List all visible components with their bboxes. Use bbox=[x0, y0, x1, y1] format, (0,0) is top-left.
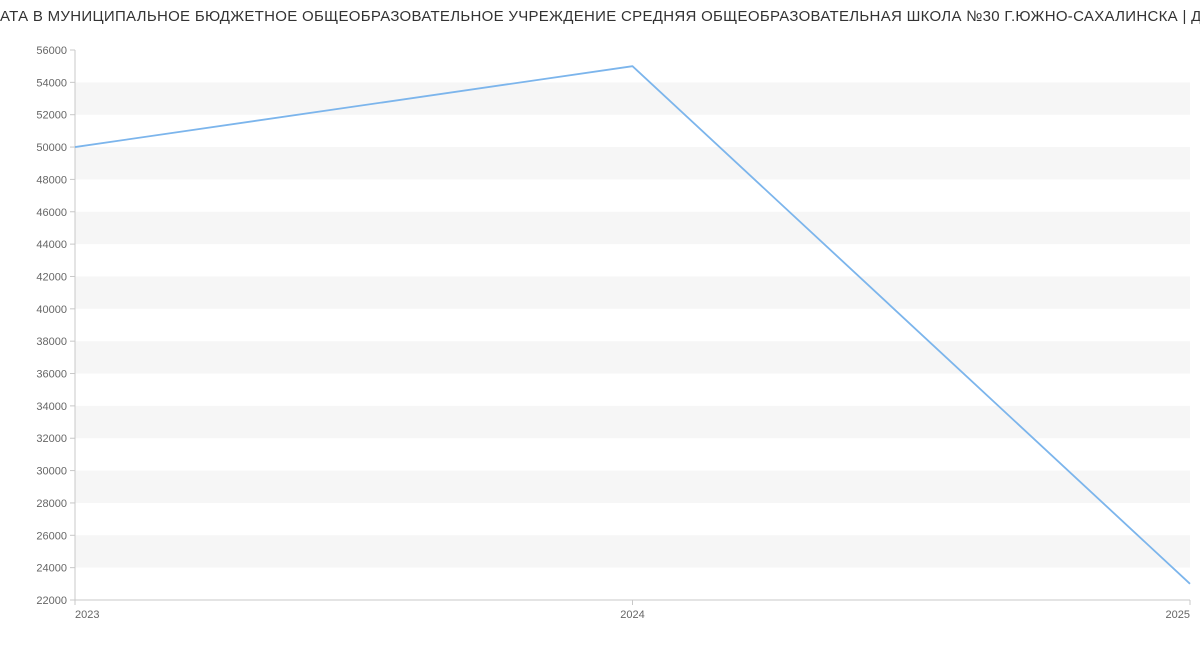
grid-band bbox=[75, 471, 1190, 503]
y-tick-label: 24000 bbox=[36, 563, 67, 575]
grid-band bbox=[75, 276, 1190, 308]
grid-band bbox=[75, 535, 1190, 567]
y-tick-label: 52000 bbox=[36, 110, 67, 122]
data-series-line bbox=[75, 66, 1190, 584]
grid-band bbox=[75, 406, 1190, 438]
y-tick-label: 46000 bbox=[36, 207, 67, 219]
x-tick-label: 2025 bbox=[1166, 609, 1190, 621]
grid-band bbox=[75, 341, 1190, 373]
line-chart: 22000 24000 26000 28000 30000 32000 34000 36000… bbox=[0, 0, 1200, 650]
x-tick-label: 2023 bbox=[75, 609, 99, 621]
grid-band bbox=[75, 212, 1190, 244]
y-tick-label: 42000 bbox=[36, 271, 67, 283]
y-tick-label: 36000 bbox=[36, 369, 67, 381]
y-tick-label: 38000 bbox=[36, 336, 67, 348]
y-tick-label: 26000 bbox=[36, 530, 67, 542]
x-tick-label: 2024 bbox=[620, 609, 644, 621]
grid-band bbox=[75, 147, 1190, 179]
y-tick-label: 22000 bbox=[36, 595, 67, 607]
y-tick-label: 34000 bbox=[36, 401, 67, 413]
y-tick-label: 56000 bbox=[36, 45, 67, 57]
y-tick-label: 40000 bbox=[36, 304, 67, 316]
y-tick-label: 50000 bbox=[36, 142, 67, 154]
y-tick-label: 44000 bbox=[36, 239, 67, 251]
grid-band bbox=[75, 82, 1190, 114]
y-tick-label: 54000 bbox=[36, 77, 67, 89]
y-tick-label: 30000 bbox=[36, 466, 67, 478]
y-tick-label: 48000 bbox=[36, 174, 67, 186]
y-tick-label: 32000 bbox=[36, 433, 67, 445]
y-tick-label: 28000 bbox=[36, 498, 67, 510]
